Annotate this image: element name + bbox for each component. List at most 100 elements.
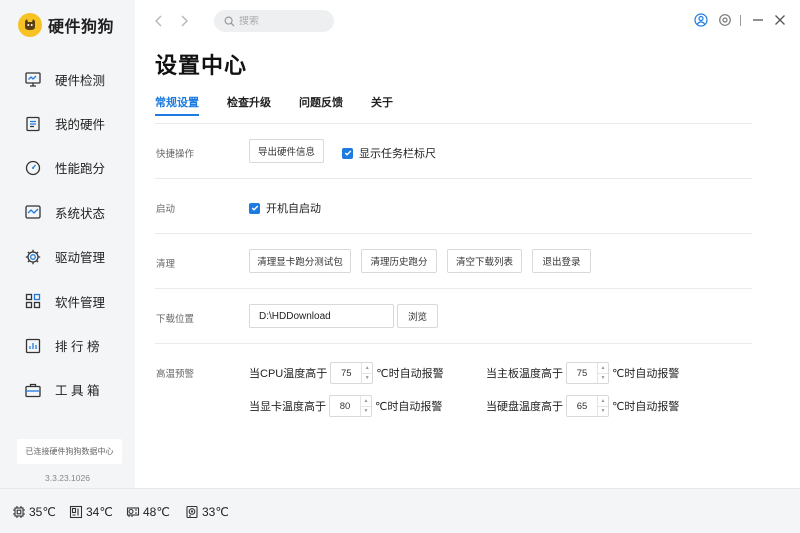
cpu-temp-stepper[interactable]: 75 ▲ ▼: [330, 362, 374, 384]
section-divider: [155, 343, 752, 344]
section-label-quick: 快捷操作: [156, 149, 195, 160]
stepper-down-icon[interactable]: ▼: [362, 372, 373, 384]
sidebar: 硬件狗狗 硬件检测 我的硬件 性能跑分 系统状态 驱动管理 软件管理 排 行 榜…: [0, 0, 135, 488]
board-temp-stepper[interactable]: 75 ▲ ▼: [566, 362, 609, 384]
export-hardware-button[interactable]: 导出硬件信息: [249, 139, 324, 163]
gpu-temp-value: 48℃: [143, 505, 170, 519]
temp-alert-label: 当CPU温度高于: [249, 368, 328, 380]
clear-history-scores-button[interactable]: 清理历史跑分: [361, 249, 437, 273]
sidebar-item-label: 排 行 榜: [55, 340, 100, 355]
stepper-up-icon[interactable]: ▲: [598, 363, 608, 373]
temp-alert-suffix: ℃时自动报警: [376, 368, 444, 380]
user-icon[interactable]: [694, 13, 708, 27]
search-icon: [224, 16, 235, 27]
hardware-list-icon: [26, 116, 40, 131]
temp-alert-label: 当硬盘温度高于: [486, 401, 563, 413]
settings-tabs: 常规设置 检查升级 问题反馈 关于: [155, 94, 421, 116]
cpu-temp-status: 35℃: [12, 505, 56, 519]
tab-check-update[interactable]: 检查升级: [227, 94, 271, 116]
page-title: 设置中心: [155, 53, 248, 78]
autostart-checkbox[interactable]: 开机自启动: [249, 200, 321, 216]
logout-button[interactable]: 退出登录: [532, 249, 591, 273]
checkbox-checked-icon: [342, 147, 353, 159]
clear-download-list-button[interactable]: 清空下载列表: [447, 249, 522, 273]
stepper-value[interactable]: 75: [331, 363, 361, 383]
settings-icon[interactable]: [718, 13, 732, 27]
temp-alert-suffix: ℃时自动报警: [612, 368, 680, 380]
gear-icon: [25, 249, 41, 264]
close-icon[interactable]: [773, 13, 787, 27]
window-separator: [740, 15, 741, 26]
app-version: 3.3.23.1026: [45, 473, 90, 483]
stepper-up-icon[interactable]: ▲: [598, 396, 608, 406]
sidebar-item-label: 工 具 箱: [55, 384, 100, 399]
checkbox-label: 开机自启动: [266, 203, 321, 215]
minimize-icon[interactable]: [751, 13, 765, 27]
toolbox-icon: [25, 383, 41, 398]
sidebar-item-label: 驱动管理: [55, 251, 106, 266]
taskbar-ruler-checkbox[interactable]: 显示任务栏标尺: [342, 145, 436, 161]
cpu-chip-icon: [13, 506, 25, 518]
section-label-startup: 启动: [156, 204, 176, 215]
stepper-up-icon[interactable]: ▲: [362, 363, 372, 373]
forward-arrow-icon[interactable]: [176, 13, 192, 29]
disk-temp-alert: 当硬盘温度高于 65 ▲ ▼ ℃时自动报警: [486, 395, 679, 417]
search-box[interactable]: [214, 10, 334, 32]
stepper-down-icon[interactable]: ▼: [598, 372, 608, 384]
monitor-icon: [25, 72, 41, 87]
sidebar-item-label: 我的硬件: [55, 118, 106, 133]
motherboard-icon: [69, 505, 83, 519]
temp-alert-suffix: ℃时自动报警: [375, 401, 443, 413]
section-label-download: 下载位置: [156, 314, 195, 325]
sidebar-item-system-status[interactable]: 系统状态: [0, 190, 135, 234]
temp-alert-label: 当主板温度高于: [486, 368, 563, 380]
clear-gpu-benchmark-button[interactable]: 清理显卡跑分测试包: [249, 249, 351, 273]
brand: 硬件狗狗: [18, 13, 114, 37]
connection-status: 已连接硬件狗狗数据中心: [17, 439, 122, 464]
sidebar-item-hardware-detect[interactable]: 硬件检测: [0, 57, 135, 101]
gpu-temp-alert: 当显卡温度高于 80 ▲ ▼ ℃时自动报警: [249, 395, 442, 417]
apps-grid-icon: [25, 293, 41, 309]
sidebar-item-label: 性能跑分: [55, 162, 106, 177]
sidebar-item-benchmark[interactable]: 性能跑分: [0, 146, 135, 190]
tab-feedback[interactable]: 问题反馈: [299, 94, 343, 116]
section-divider: [155, 178, 752, 179]
gpu-temp-stepper[interactable]: 80 ▲ ▼: [329, 395, 372, 417]
download-path-field[interactable]: [249, 304, 394, 328]
sidebar-item-toolbox[interactable]: 工 具 箱: [0, 368, 135, 412]
sidebar-item-my-hardware[interactable]: 我的硬件: [0, 101, 135, 145]
status-bar: 35℃ 34℃ 48℃ 33℃: [0, 488, 800, 533]
section-label-cleanup: 清理: [156, 259, 176, 270]
tab-general-settings[interactable]: 常规设置: [155, 94, 199, 116]
stepper-value[interactable]: 65: [567, 396, 597, 416]
stepper-value[interactable]: 75: [567, 363, 597, 383]
gpu-card-icon: [126, 507, 140, 517]
sidebar-item-ranking[interactable]: 排 行 榜: [0, 323, 135, 367]
disk-temp-status: 33℃: [185, 505, 229, 519]
sidebar-nav: 硬件检测 我的硬件 性能跑分 系统状态 驱动管理 软件管理 排 行 榜 工 具: [0, 57, 135, 412]
section-divider: [155, 123, 752, 124]
stepper-value[interactable]: 80: [330, 396, 360, 416]
speedometer-icon: [25, 160, 41, 176]
system-status-icon: [25, 205, 41, 220]
checkbox-label: 显示任务栏标尺: [359, 148, 436, 160]
temp-alert-label: 当显卡温度高于: [249, 401, 326, 413]
search-input[interactable]: [239, 15, 329, 27]
browse-button[interactable]: 浏览: [397, 304, 438, 328]
board-temp-alert: 当主板温度高于 75 ▲ ▼ ℃时自动报警: [486, 362, 679, 384]
board-temp-status: 34℃: [69, 505, 113, 519]
stepper-up-icon[interactable]: ▲: [361, 396, 371, 406]
stepper-down-icon[interactable]: ▼: [598, 405, 608, 417]
back-arrow-icon[interactable]: [151, 13, 167, 29]
sidebar-item-driver-manager[interactable]: 驱动管理: [0, 235, 135, 279]
disk-temp-stepper[interactable]: 65 ▲ ▼: [566, 395, 609, 417]
sidebar-item-software-manager[interactable]: 软件管理: [0, 279, 135, 323]
tab-about[interactable]: 关于: [371, 94, 393, 116]
sidebar-item-label: 软件管理: [55, 295, 106, 310]
checkbox-checked-icon: [249, 202, 260, 214]
board-temp-value: 34℃: [86, 505, 113, 519]
stepper-down-icon[interactable]: ▼: [361, 405, 371, 417]
sidebar-item-label: 系统状态: [55, 206, 106, 221]
gpu-temp-status: 48℃: [126, 505, 170, 519]
section-divider: [155, 288, 752, 289]
